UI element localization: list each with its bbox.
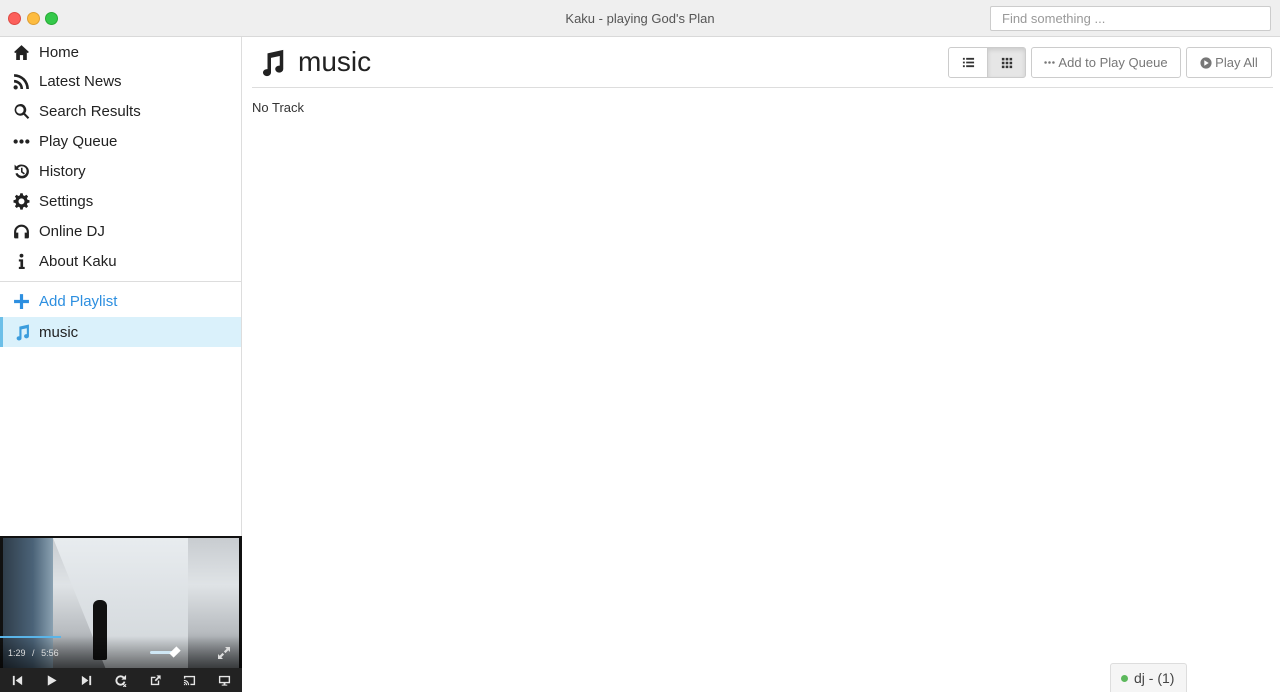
- fullscreen-icon[interactable]: [217, 646, 231, 660]
- sidebar-item-online-dj[interactable]: Online DJ: [0, 216, 241, 246]
- add-playlist-button[interactable]: Add Playlist: [0, 286, 241, 316]
- list-icon: [962, 57, 974, 68]
- play-all-label: Play All: [1215, 55, 1258, 70]
- empty-tracks-message: No Track: [252, 100, 305, 115]
- sidebar-item-label: Search Results: [39, 102, 141, 120]
- next-icon: [81, 675, 91, 685]
- repeat-button[interactable]: [104, 668, 139, 692]
- next-button[interactable]: [69, 668, 104, 692]
- title-bar: Kaku - playing God's Plan: [0, 0, 1280, 37]
- play-icon: [48, 674, 57, 686]
- plus-icon: [11, 291, 31, 311]
- sidebar-item-label: Home: [39, 43, 80, 61]
- duration: 5:56: [41, 648, 59, 658]
- search-input[interactable]: [990, 6, 1271, 31]
- sidebar-item-label: music: [39, 323, 79, 341]
- play-circle-icon: [1200, 56, 1212, 69]
- search-icon: [11, 101, 31, 121]
- sidebar-item-label: Settings: [39, 192, 94, 210]
- display-button[interactable]: [207, 668, 242, 692]
- cast-icon: [184, 675, 196, 685]
- sidebar-item-settings[interactable]: Settings: [0, 186, 241, 216]
- external-button[interactable]: [138, 668, 173, 692]
- ellipsis-icon: [11, 131, 31, 151]
- play-button[interactable]: [35, 668, 70, 692]
- previous-button[interactable]: [0, 668, 35, 692]
- video-player[interactable]: 1:29 / 5:56: [0, 536, 242, 692]
- player-controls: [0, 668, 242, 692]
- gear-icon: [11, 191, 31, 211]
- sidebar-playlist-music[interactable]: music: [0, 317, 241, 347]
- previous-icon: [12, 675, 22, 685]
- display-icon: [218, 675, 230, 686]
- cast-button[interactable]: [173, 668, 208, 692]
- current-time: 1:29: [8, 648, 26, 658]
- page-title: music: [298, 46, 372, 77]
- repeat-icon: [115, 674, 127, 687]
- music-icon: [257, 49, 285, 77]
- video-progress-bar[interactable]: [0, 636, 61, 638]
- dj-status-dot: [1121, 674, 1128, 682]
- music-icon: [11, 322, 31, 342]
- sidebar-divider: [0, 281, 241, 282]
- dj-label: dj - (1): [1134, 670, 1175, 686]
- sidebar-item-search-results[interactable]: Search Results: [0, 96, 241, 126]
- sidebar-item-latest-news[interactable]: Latest News: [0, 66, 241, 96]
- add-to-play-queue-button[interactable]: Add to Play Queue: [1031, 47, 1181, 78]
- info-icon: [11, 251, 31, 271]
- main-content: music Add to Play Queue Play All No Trac…: [243, 37, 1280, 692]
- sidebar-item-label: About Kaku: [39, 252, 117, 270]
- video-time: 1:29 / 5:56: [8, 648, 63, 658]
- external-icon: [150, 674, 161, 685]
- home-icon: [11, 42, 31, 62]
- sidebar-item-play-queue[interactable]: Play Queue: [0, 126, 241, 156]
- page-header: music Add to Play Queue Play All: [252, 37, 1273, 88]
- add-playlist-label: Add Playlist: [39, 292, 118, 310]
- play-all-button[interactable]: Play All: [1186, 47, 1272, 78]
- headphones-icon: [11, 221, 31, 241]
- ellipsis-icon: [1044, 61, 1056, 64]
- grid-view-button[interactable]: [987, 47, 1026, 78]
- list-view-button[interactable]: [948, 47, 988, 78]
- add-to-play-queue-label: Add to Play Queue: [1058, 55, 1168, 70]
- sidebar-item-label: Latest News: [39, 72, 122, 90]
- sidebar-item-about-kaku[interactable]: About Kaku: [0, 246, 241, 276]
- sidebar-item-history[interactable]: History: [0, 156, 241, 186]
- sidebar-item-home[interactable]: Home: [0, 37, 241, 67]
- sidebar-item-label: History: [39, 162, 86, 180]
- grid-icon: [1001, 57, 1012, 68]
- sidebar-item-label: Play Queue: [39, 132, 118, 150]
- time-separator: /: [32, 648, 35, 658]
- sidebar-item-label: Online DJ: [39, 222, 105, 240]
- history-icon: [11, 161, 31, 181]
- rss-icon: [11, 71, 31, 91]
- online-dj-tab[interactable]: dj - (1): [1110, 663, 1187, 692]
